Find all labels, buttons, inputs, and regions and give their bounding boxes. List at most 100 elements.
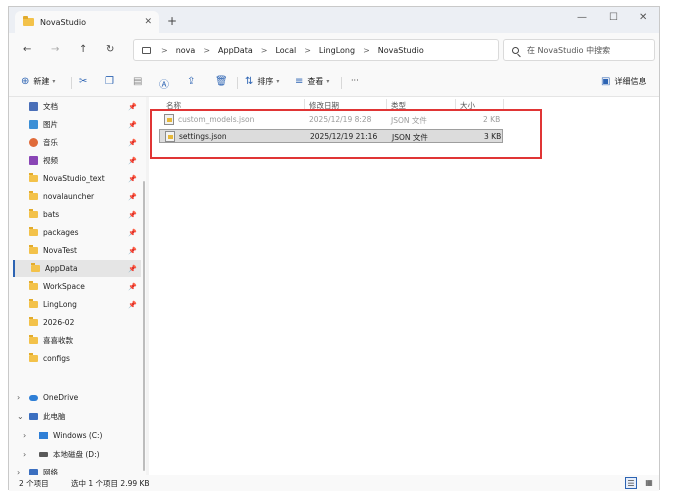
sidebar-item-drive-c[interactable]: › Windows (C:) bbox=[13, 427, 141, 444]
new-tab-button[interactable]: + bbox=[167, 14, 177, 28]
sidebar-item-label: OneDrive bbox=[43, 393, 79, 402]
pin-icon: 📌 bbox=[128, 228, 137, 237]
delete-button[interactable]: 🗑 bbox=[215, 76, 232, 87]
chevron-right-icon[interactable]: › bbox=[23, 431, 26, 440]
tab-novastudio[interactable]: NovaStudio ✕ bbox=[15, 11, 159, 33]
search-icon bbox=[512, 46, 519, 54]
new-button[interactable]: ⊕ 新建 ▾ bbox=[21, 76, 55, 87]
sidebar-item-onedrive[interactable]: › OneDrive bbox=[13, 389, 141, 406]
pin-icon: 📌 bbox=[128, 102, 137, 111]
sidebar-item-linglong[interactable]: LingLong 📌 bbox=[13, 296, 141, 313]
sidebar-item-videos[interactable]: 视频 📌 bbox=[13, 152, 141, 169]
address-bar[interactable]: > nova > AppData > Local > LingLong > No… bbox=[133, 39, 499, 61]
breadcrumb-separator: > bbox=[203, 45, 211, 55]
chevron-down-icon: ▾ bbox=[52, 78, 56, 85]
share-icon: ⇪ bbox=[187, 76, 196, 87]
breadcrumb-novastudio[interactable]: NovaStudio bbox=[378, 46, 424, 55]
paste-button[interactable]: ▤ bbox=[133, 76, 146, 87]
pin-icon: 📌 bbox=[128, 174, 137, 183]
sidebar-item-payments[interactable]: 喜喜收款 bbox=[13, 332, 141, 349]
chevron-down-icon: ▾ bbox=[326, 78, 330, 85]
sidebar-item-label: AppData bbox=[45, 264, 78, 273]
details-button[interactable]: ▣ 详细信息 bbox=[601, 76, 646, 87]
folder-icon bbox=[29, 353, 38, 362]
sidebar-item-label: WorkSpace bbox=[43, 282, 85, 291]
chevron-down-icon: ▾ bbox=[276, 78, 280, 85]
sidebar-item-bats[interactable]: bats 📌 bbox=[13, 206, 141, 223]
forward-button[interactable]: → bbox=[51, 44, 59, 55]
copy-button[interactable]: ❐ bbox=[105, 76, 118, 87]
more-button[interactable]: ··· bbox=[351, 76, 359, 85]
chevron-right-icon[interactable]: › bbox=[23, 450, 26, 459]
sidebar-item-label: NovaTest bbox=[43, 246, 78, 255]
sort-button[interactable]: ⇅ 排序 ▾ bbox=[245, 76, 279, 87]
sidebar-item-label: 文档 bbox=[43, 102, 58, 111]
breadcrumb-nova[interactable]: nova bbox=[176, 46, 196, 55]
minimize-button[interactable]: — bbox=[577, 12, 587, 23]
tab-close-icon[interactable]: ✕ bbox=[144, 17, 152, 27]
sidebar-item-label: 本地磁盘 (D:) bbox=[53, 450, 100, 459]
sidebar-item-novastudio-text[interactable]: NovaStudio_text 📌 bbox=[13, 170, 141, 187]
sidebar-item-appdata[interactable]: AppData 📌 bbox=[13, 260, 141, 277]
up-button[interactable]: ↑ bbox=[79, 44, 87, 55]
sidebar-item-this-pc[interactable]: ⌄ 此电脑 bbox=[13, 408, 141, 425]
sidebar-item-pictures[interactable]: 图片 📌 bbox=[13, 116, 141, 133]
details-pane-icon: ▣ bbox=[601, 76, 611, 87]
sidebar-item-documents[interactable]: 文档 📌 bbox=[13, 98, 141, 115]
sidebar-item-novatest[interactable]: NovaTest 📌 bbox=[13, 242, 141, 259]
sidebar-item-label: packages bbox=[43, 228, 79, 237]
sidebar-item-drive-d[interactable]: › 本地磁盘 (D:) bbox=[13, 446, 141, 463]
folder-icon bbox=[23, 16, 34, 26]
breadcrumb-separator: > bbox=[161, 45, 168, 55]
sidebar-item-label: 2026-02 bbox=[43, 318, 75, 327]
back-button[interactable]: ← bbox=[23, 44, 31, 55]
divider bbox=[71, 77, 72, 89]
rename-icon: Ⓐ bbox=[159, 80, 169, 91]
sidebar-scrollbar[interactable] bbox=[143, 181, 145, 471]
breadcrumb-separator: > bbox=[363, 45, 370, 55]
sidebar-item-packages[interactable]: packages 📌 bbox=[13, 224, 141, 241]
close-button[interactable]: ✕ bbox=[639, 12, 647, 23]
folder-icon bbox=[29, 173, 38, 182]
onedrive-icon bbox=[29, 394, 38, 401]
folder-icon bbox=[29, 227, 38, 236]
details-label: 详细信息 bbox=[614, 77, 647, 86]
view-button[interactable]: ≡ 查看 ▾ bbox=[295, 76, 329, 87]
rename-button[interactable]: Ⓐ bbox=[159, 76, 173, 91]
sidebar-item-label: configs bbox=[43, 354, 70, 363]
sidebar-item-label: 喜喜收款 bbox=[43, 336, 73, 345]
search-input[interactable]: 在 NovaStudio 中搜索 bbox=[503, 39, 655, 61]
sidebar-item-label: 图片 bbox=[43, 120, 58, 129]
pin-icon: 📌 bbox=[128, 300, 137, 309]
refresh-button[interactable]: ↻ bbox=[106, 44, 114, 55]
folder-icon bbox=[31, 263, 40, 272]
sidebar-item-novalauncher[interactable]: novalauncher 📌 bbox=[13, 188, 141, 205]
chevron-right-icon[interactable]: › bbox=[17, 393, 20, 402]
details-view-icon[interactable]: ☰ bbox=[625, 477, 637, 489]
pin-icon: 📌 bbox=[128, 210, 137, 219]
pin-icon: 📌 bbox=[128, 156, 137, 165]
maximize-button[interactable]: ☐ bbox=[609, 12, 618, 23]
sidebar-item-configs[interactable]: configs bbox=[13, 350, 141, 367]
folder-icon bbox=[29, 191, 38, 200]
cut-button[interactable]: ✂ bbox=[79, 76, 91, 87]
sidebar-item-music[interactable]: 音乐 📌 bbox=[13, 134, 141, 151]
breadcrumb-local[interactable]: Local bbox=[275, 46, 296, 55]
breadcrumb-linglong[interactable]: LingLong bbox=[319, 46, 355, 55]
view-icon: ≡ bbox=[295, 76, 304, 87]
pictures-icon bbox=[29, 120, 38, 129]
tab-title: NovaStudio bbox=[40, 17, 86, 27]
videos-icon bbox=[29, 156, 38, 165]
folder-icon bbox=[29, 317, 38, 326]
sidebar-item-workspace[interactable]: WorkSpace 📌 bbox=[13, 278, 141, 295]
sidebar-item-label: 此电脑 bbox=[43, 412, 66, 421]
tiles-view-icon[interactable]: ▦ bbox=[643, 477, 655, 489]
sidebar-item-2026-02[interactable]: 2026-02 bbox=[13, 314, 141, 331]
address-row: ← → ↑ ↻ > nova > AppData > Local > LingL… bbox=[9, 33, 659, 67]
sidebar-item-label: novalauncher bbox=[43, 192, 95, 201]
sidebar-item-label: Windows (C:) bbox=[53, 431, 103, 440]
pin-icon: 📌 bbox=[128, 282, 137, 291]
breadcrumb-appdata[interactable]: AppData bbox=[218, 46, 253, 55]
share-button[interactable]: ⇪ bbox=[187, 76, 199, 87]
chevron-down-icon[interactable]: ⌄ bbox=[17, 412, 24, 421]
